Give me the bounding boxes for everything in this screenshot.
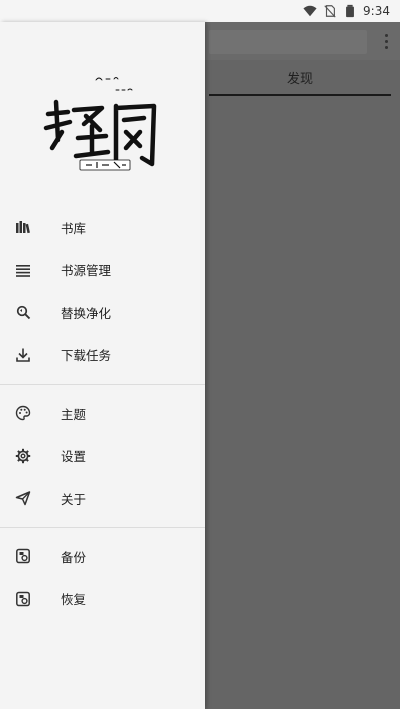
no-sim-icon xyxy=(324,5,336,18)
menu-item-bookshelf[interactable]: 书库 xyxy=(0,206,205,249)
palette-icon xyxy=(15,405,31,421)
download-icon xyxy=(15,347,31,363)
menu-item-label: 书源管理 xyxy=(61,263,112,279)
menu-item-book-source[interactable]: 书源管理 xyxy=(0,249,205,292)
status-bar: 9:34 xyxy=(0,0,400,22)
menu-item-about[interactable]: 关于 xyxy=(0,477,205,520)
divider xyxy=(0,527,205,528)
tab-discover[interactable]: 发现 xyxy=(209,60,391,96)
menu-group-backup: 备份 恢复 xyxy=(0,535,205,620)
wifi-icon xyxy=(303,5,317,17)
battery-icon xyxy=(346,4,354,18)
app-toolbar xyxy=(205,22,400,60)
app-logo xyxy=(43,77,157,171)
gear-icon xyxy=(15,448,31,464)
menu-item-backup[interactable]: 备份 xyxy=(0,535,205,578)
tab-bar: 发现 xyxy=(205,60,400,96)
menu-item-label: 备份 xyxy=(61,549,87,565)
menu-item-settings[interactable]: 设置 xyxy=(0,435,205,478)
list-icon xyxy=(15,262,31,278)
menu-item-label: 书库 xyxy=(61,220,87,236)
find-replace-icon xyxy=(15,304,31,320)
send-icon xyxy=(15,490,31,506)
menu-item-theme[interactable]: 主题 xyxy=(0,392,205,435)
divider xyxy=(0,384,205,385)
menu-item-label: 恢复 xyxy=(61,592,87,608)
menu-item-label: 关于 xyxy=(61,491,87,507)
main-app-content: 发现 xyxy=(205,22,400,709)
navigation-drawer: 书库 书源管理 替换净化 下载任务 主题 设置 关于 备份 恢复 xyxy=(0,22,205,709)
more-options-icon[interactable] xyxy=(380,32,392,50)
restore-icon xyxy=(15,591,31,607)
menu-item-label: 下载任务 xyxy=(61,348,112,364)
backup-icon xyxy=(15,548,31,564)
menu-item-download[interactable]: 下载任务 xyxy=(0,334,205,377)
menu-group-preferences: 主题 设置 关于 xyxy=(0,392,205,520)
menu-group-library: 书库 书源管理 替换净化 下载任务 xyxy=(0,206,205,376)
menu-item-label: 设置 xyxy=(61,449,87,465)
menu-item-replace[interactable]: 替换净化 xyxy=(0,291,205,334)
status-time: 9:34 xyxy=(363,4,390,18)
menu-item-label: 主题 xyxy=(61,406,87,422)
bookshelf-icon xyxy=(15,219,31,235)
menu-item-label: 替换净化 xyxy=(61,305,112,321)
menu-item-restore[interactable]: 恢复 xyxy=(0,578,205,621)
search-bar[interactable] xyxy=(209,30,367,54)
